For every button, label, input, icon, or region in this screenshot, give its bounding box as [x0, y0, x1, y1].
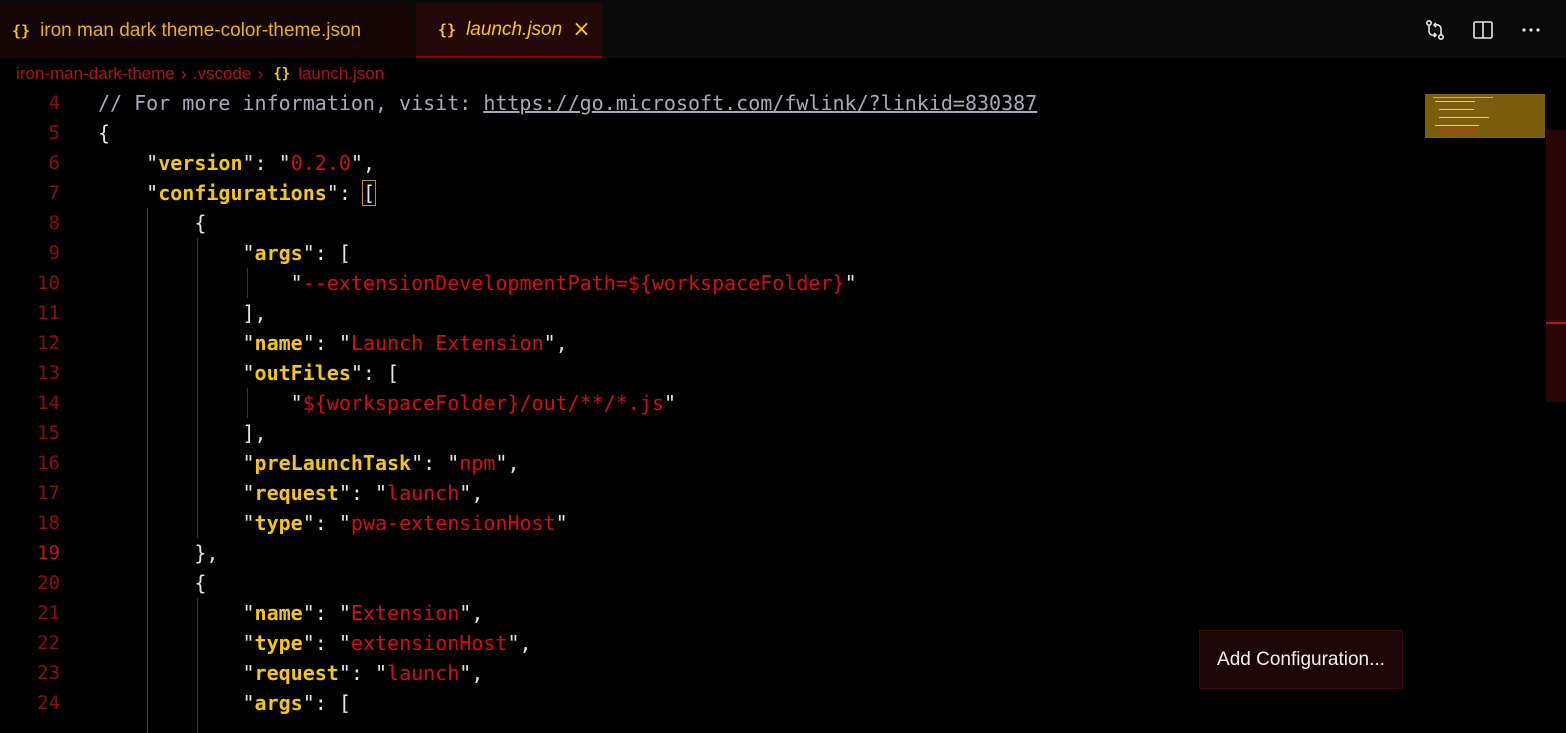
json-key: type	[254, 511, 303, 535]
json-file-icon: {}	[273, 66, 291, 82]
line-number-gutter: 4 5 6 7 8 9 10 11 12 13 14 15 16 17 18 19 20 21 22 23 24	[0, 88, 60, 718]
line-number: 4	[48, 92, 60, 114]
code-line: "outFiles": [	[242, 361, 400, 385]
json-value: 0.2.0	[290, 151, 351, 175]
json-key: name	[254, 331, 303, 355]
code-line: {	[98, 208, 1418, 238]
punctuation: {	[98, 121, 111, 145]
json-file-icon: {}	[438, 20, 457, 39]
breadcrumb: iron-man-dark-theme › .vscode › {} launc…	[16, 60, 384, 88]
json-key: name	[254, 601, 303, 625]
json-value: ${workspaceFolder}/out/**/*.js	[302, 391, 664, 415]
tab-label: launch.json	[466, 18, 563, 40]
minimap[interactable]	[1425, 94, 1545, 138]
doc-link[interactable]: https://go.microsoft.com/fwlink/?linkid=…	[483, 91, 1037, 115]
line-number: 7	[48, 182, 60, 204]
json-value: Launch Extension	[350, 331, 544, 355]
line-number: 5	[48, 122, 60, 144]
code-line: {	[98, 568, 1418, 598]
breadcrumb-folder[interactable]: iron-man-dark-theme	[16, 64, 175, 84]
code-line: ],	[98, 418, 1418, 448]
json-key: type	[254, 631, 303, 655]
code-line: "type": "pwa-extensionHost"	[242, 511, 568, 535]
compare-changes-icon[interactable]	[1418, 14, 1452, 46]
vertical-scrollbar[interactable]	[1546, 130, 1566, 402]
add-configuration-button[interactable]: Add Configuration...	[1199, 630, 1403, 689]
editor-actions	[1418, 14, 1548, 46]
json-key: request	[254, 661, 339, 685]
code-line: // For more information, visit: https://…	[98, 88, 1418, 118]
code-content[interactable]: // For more information, visit: https://…	[98, 88, 1418, 718]
code-line: "version": "0.2.0",	[146, 151, 376, 175]
json-key: configurations	[158, 181, 327, 205]
line-number: 22	[37, 632, 60, 654]
json-file-icon: {}	[12, 21, 31, 40]
line-number: 18	[37, 512, 60, 534]
line-number: 6	[48, 152, 60, 174]
matched-bracket: [	[361, 180, 376, 206]
code-line: {	[98, 118, 1418, 148]
json-value: extensionHost	[350, 631, 508, 655]
tab-launch-json[interactable]: {} launch.json ×	[416, 3, 602, 58]
line-number: 10	[37, 272, 60, 294]
breadcrumb-file[interactable]: launch.json	[298, 64, 384, 84]
json-key: args	[254, 691, 303, 715]
line-number: 15	[37, 422, 60, 444]
line-number: 13	[37, 362, 60, 384]
more-actions-icon[interactable]	[1514, 14, 1548, 46]
punctuation: ],	[242, 301, 267, 325]
code-line: "name": "Extension",	[242, 601, 484, 625]
tab-bar: {} iron man dark theme-color-theme.json …	[0, 0, 1566, 58]
code-line: "configurations": [	[146, 180, 376, 206]
code-line: "args": [	[242, 691, 351, 715]
json-key: args	[254, 241, 303, 265]
tab-label: iron man dark theme-color-theme.json	[40, 19, 362, 41]
code-line: "${workspaceFolder}/out/**/*.js"	[290, 391, 676, 415]
line-number: 21	[37, 602, 60, 624]
line-number: 23	[37, 662, 60, 684]
line-number: 11	[37, 302, 60, 324]
line-number: 16	[37, 452, 60, 474]
code-line: ],	[98, 298, 1418, 328]
chevron-right-icon: ›	[257, 63, 264, 84]
scrollbar-marker	[1546, 322, 1566, 324]
line-number: 19	[37, 542, 60, 564]
comment: // For more information, visit:	[98, 91, 484, 115]
code-line: },	[98, 538, 1418, 568]
code-line: "args": [	[242, 241, 351, 265]
code-line: "name": "Launch Extension",	[242, 331, 568, 355]
line-number: 12	[37, 332, 60, 354]
json-key: preLaunchTask	[254, 451, 412, 475]
code-line: "--extensionDevelopmentPath=${workspaceF…	[290, 271, 857, 295]
json-key: outFiles	[254, 361, 351, 385]
punctuation: {	[194, 571, 207, 595]
json-value: launch	[387, 661, 460, 685]
breadcrumb-vscode[interactable]: .vscode	[193, 64, 252, 84]
punctuation: ],	[242, 421, 267, 445]
code-line: "preLaunchTask": "npm",	[242, 451, 520, 475]
tab-iron-man-theme[interactable]: {} iron man dark theme-color-theme.json	[0, 3, 413, 58]
json-key: version	[158, 151, 243, 175]
punctuation: {	[194, 211, 207, 235]
code-line: "request": "launch",	[242, 481, 484, 505]
json-value: --extensionDevelopmentPath=${workspaceFo…	[302, 271, 845, 295]
line-number: 24	[37, 692, 60, 714]
punctuation: },	[194, 541, 219, 565]
close-icon[interactable]: ×	[572, 18, 590, 40]
json-value: pwa-extensionHost	[350, 511, 556, 535]
json-key: request	[254, 481, 339, 505]
line-number: 14	[37, 392, 60, 414]
line-number: 20	[37, 572, 60, 594]
line-number: 17	[37, 482, 60, 504]
line-number: 9	[48, 242, 60, 264]
split-editor-icon[interactable]	[1466, 14, 1500, 46]
chevron-right-icon: ›	[180, 63, 187, 84]
line-number: 8	[48, 212, 60, 234]
json-value: npm	[459, 451, 496, 475]
json-value: launch	[387, 481, 460, 505]
json-value: Extension	[350, 601, 460, 625]
